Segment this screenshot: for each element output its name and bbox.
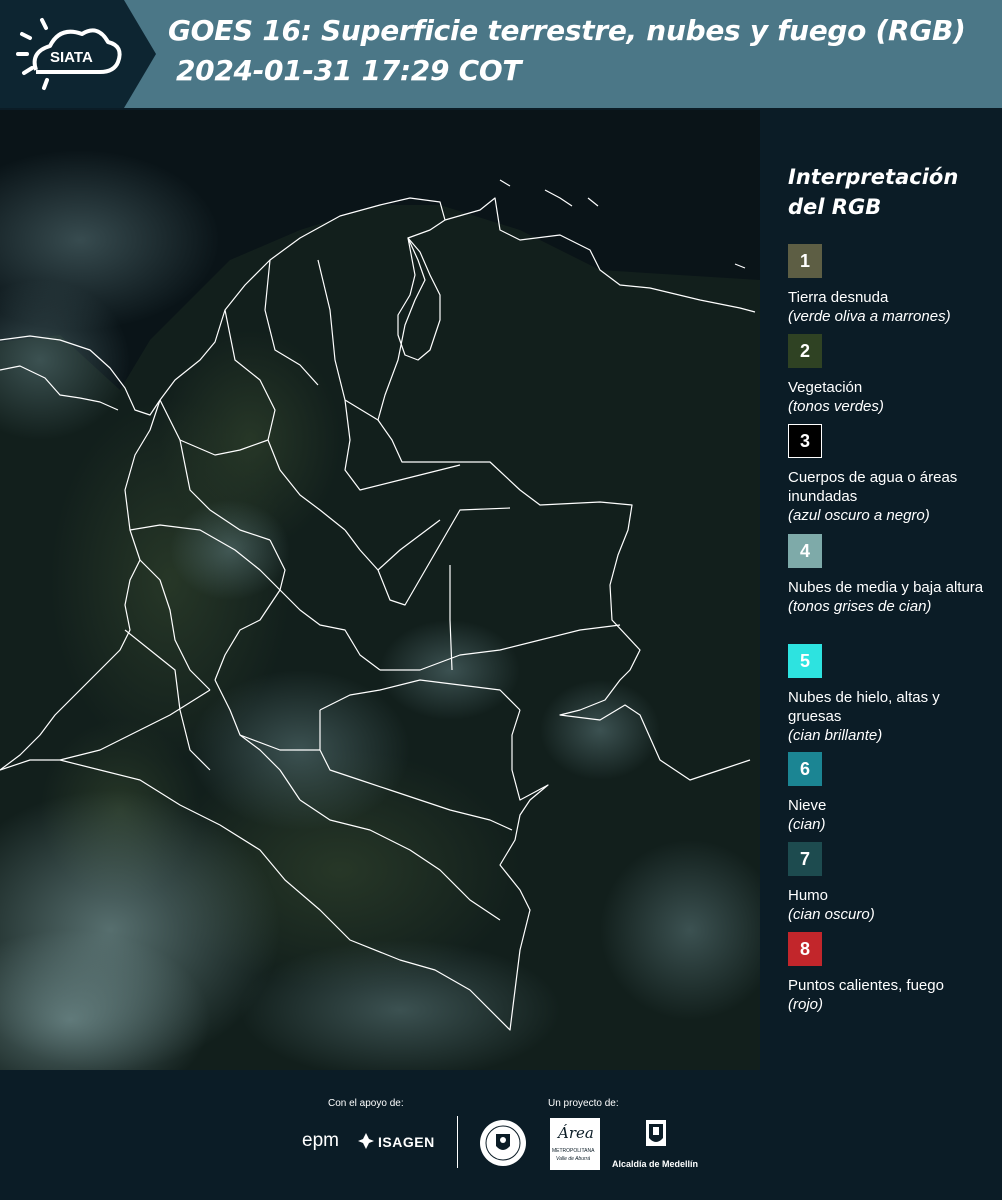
legend-label-2: Vegetación	[788, 379, 863, 396]
legend-item-4: 4 Nubes de media y baja altura (tonos gr…	[788, 534, 993, 616]
legend-item-6: 6 Nieve (cian)	[788, 752, 993, 834]
legend-label-7: Humo	[788, 887, 829, 904]
legend-label-1: Tierra desnuda	[788, 289, 889, 306]
legend-desc-1: (verde oliva a marrones)	[788, 308, 951, 325]
title-line-2-datetime: 2024-01-31 17:29 COT	[176, 54, 522, 87]
project-label: Un proyecto de:	[548, 1098, 619, 1109]
legend-item-3: 3 Cuerpos de agua o áreas inundadas (azu…	[788, 424, 993, 525]
legend-swatch-8: 8	[788, 932, 822, 966]
legend-desc-6: (cian)	[788, 816, 826, 833]
legend-swatch-7: 7	[788, 842, 822, 876]
legend-swatch-3: 3	[788, 424, 822, 458]
legend-label-8: Puntos calientes, fuego	[788, 977, 944, 994]
alcaldia-logo-text: Alcaldía de Medellín	[612, 1159, 699, 1169]
legend-label-4: Nubes de media y baja altura	[788, 579, 984, 596]
legend-label-3: Cuerpos de agua o áreas inundadas	[788, 469, 958, 505]
university-seal-icon	[480, 1120, 526, 1166]
legend-swatch-6: 6	[788, 752, 822, 786]
footer-bar: Con el apoyo de: Un proyecto de: epm ISA…	[0, 1072, 1002, 1200]
legend-swatch-1: 1	[788, 244, 822, 278]
alcaldia-shield-icon	[646, 1120, 666, 1146]
legend-item-8: 8 Puntos calientes, fuego (rojo)	[788, 932, 993, 1014]
legend-swatch-4: 4	[788, 534, 822, 568]
area-metropolitana-logo: Área METROPOLITANA Valle de Aburrá	[550, 1118, 600, 1170]
footer-divider	[457, 1116, 458, 1168]
legend-label-6: Nieve	[788, 797, 827, 814]
support-label: Con el apoyo de:	[328, 1098, 404, 1109]
legend-swatch-2: 2	[788, 334, 822, 368]
legend-desc-4: (tonos grises de cian)	[788, 598, 932, 615]
legend-item-7: 7 Humo (cian oscuro)	[788, 842, 993, 924]
legend-swatch-5: 5	[788, 644, 822, 678]
header-bar: SIATA GOES 16: Superficie terrestre, nub…	[0, 0, 1002, 108]
legend-item-1: 1 Tierra desnuda (verde oliva a marrones…	[788, 244, 993, 326]
legend-item-2: 2 Vegetación (tonos verdes)	[788, 334, 993, 416]
legend-desc-8: (rojo)	[788, 996, 824, 1013]
isagen-logo-icon	[358, 1133, 374, 1149]
legend-title: Interpretación del RGB	[788, 165, 959, 219]
legend-label-5: Nubes de hielo, altas y gruesas	[788, 689, 940, 725]
siata-logo: SIATA	[0, 0, 158, 108]
svg-text:SIATA: SIATA	[50, 49, 93, 66]
legend-desc-5: (cian brillante)	[788, 727, 883, 744]
legend-desc-7: (cian oscuro)	[788, 906, 875, 923]
legend-item-5: 5 Nubes de hielo, altas y gruesas (cian …	[788, 644, 993, 745]
legend-desc-2: (tonos verdes)	[788, 398, 884, 415]
legend-panel: Interpretación del RGB 1 Tierra desnuda …	[788, 162, 993, 1013]
satellite-map[interactable]	[0, 110, 760, 1070]
title-line-1: GOES 16: Superficie terrestre, nubes y f…	[168, 14, 966, 47]
legend-desc-3: (azul oscuro a negro)	[788, 507, 930, 524]
epm-logo: epm	[302, 1130, 339, 1151]
isagen-logo: ISAGEN	[378, 1134, 435, 1150]
